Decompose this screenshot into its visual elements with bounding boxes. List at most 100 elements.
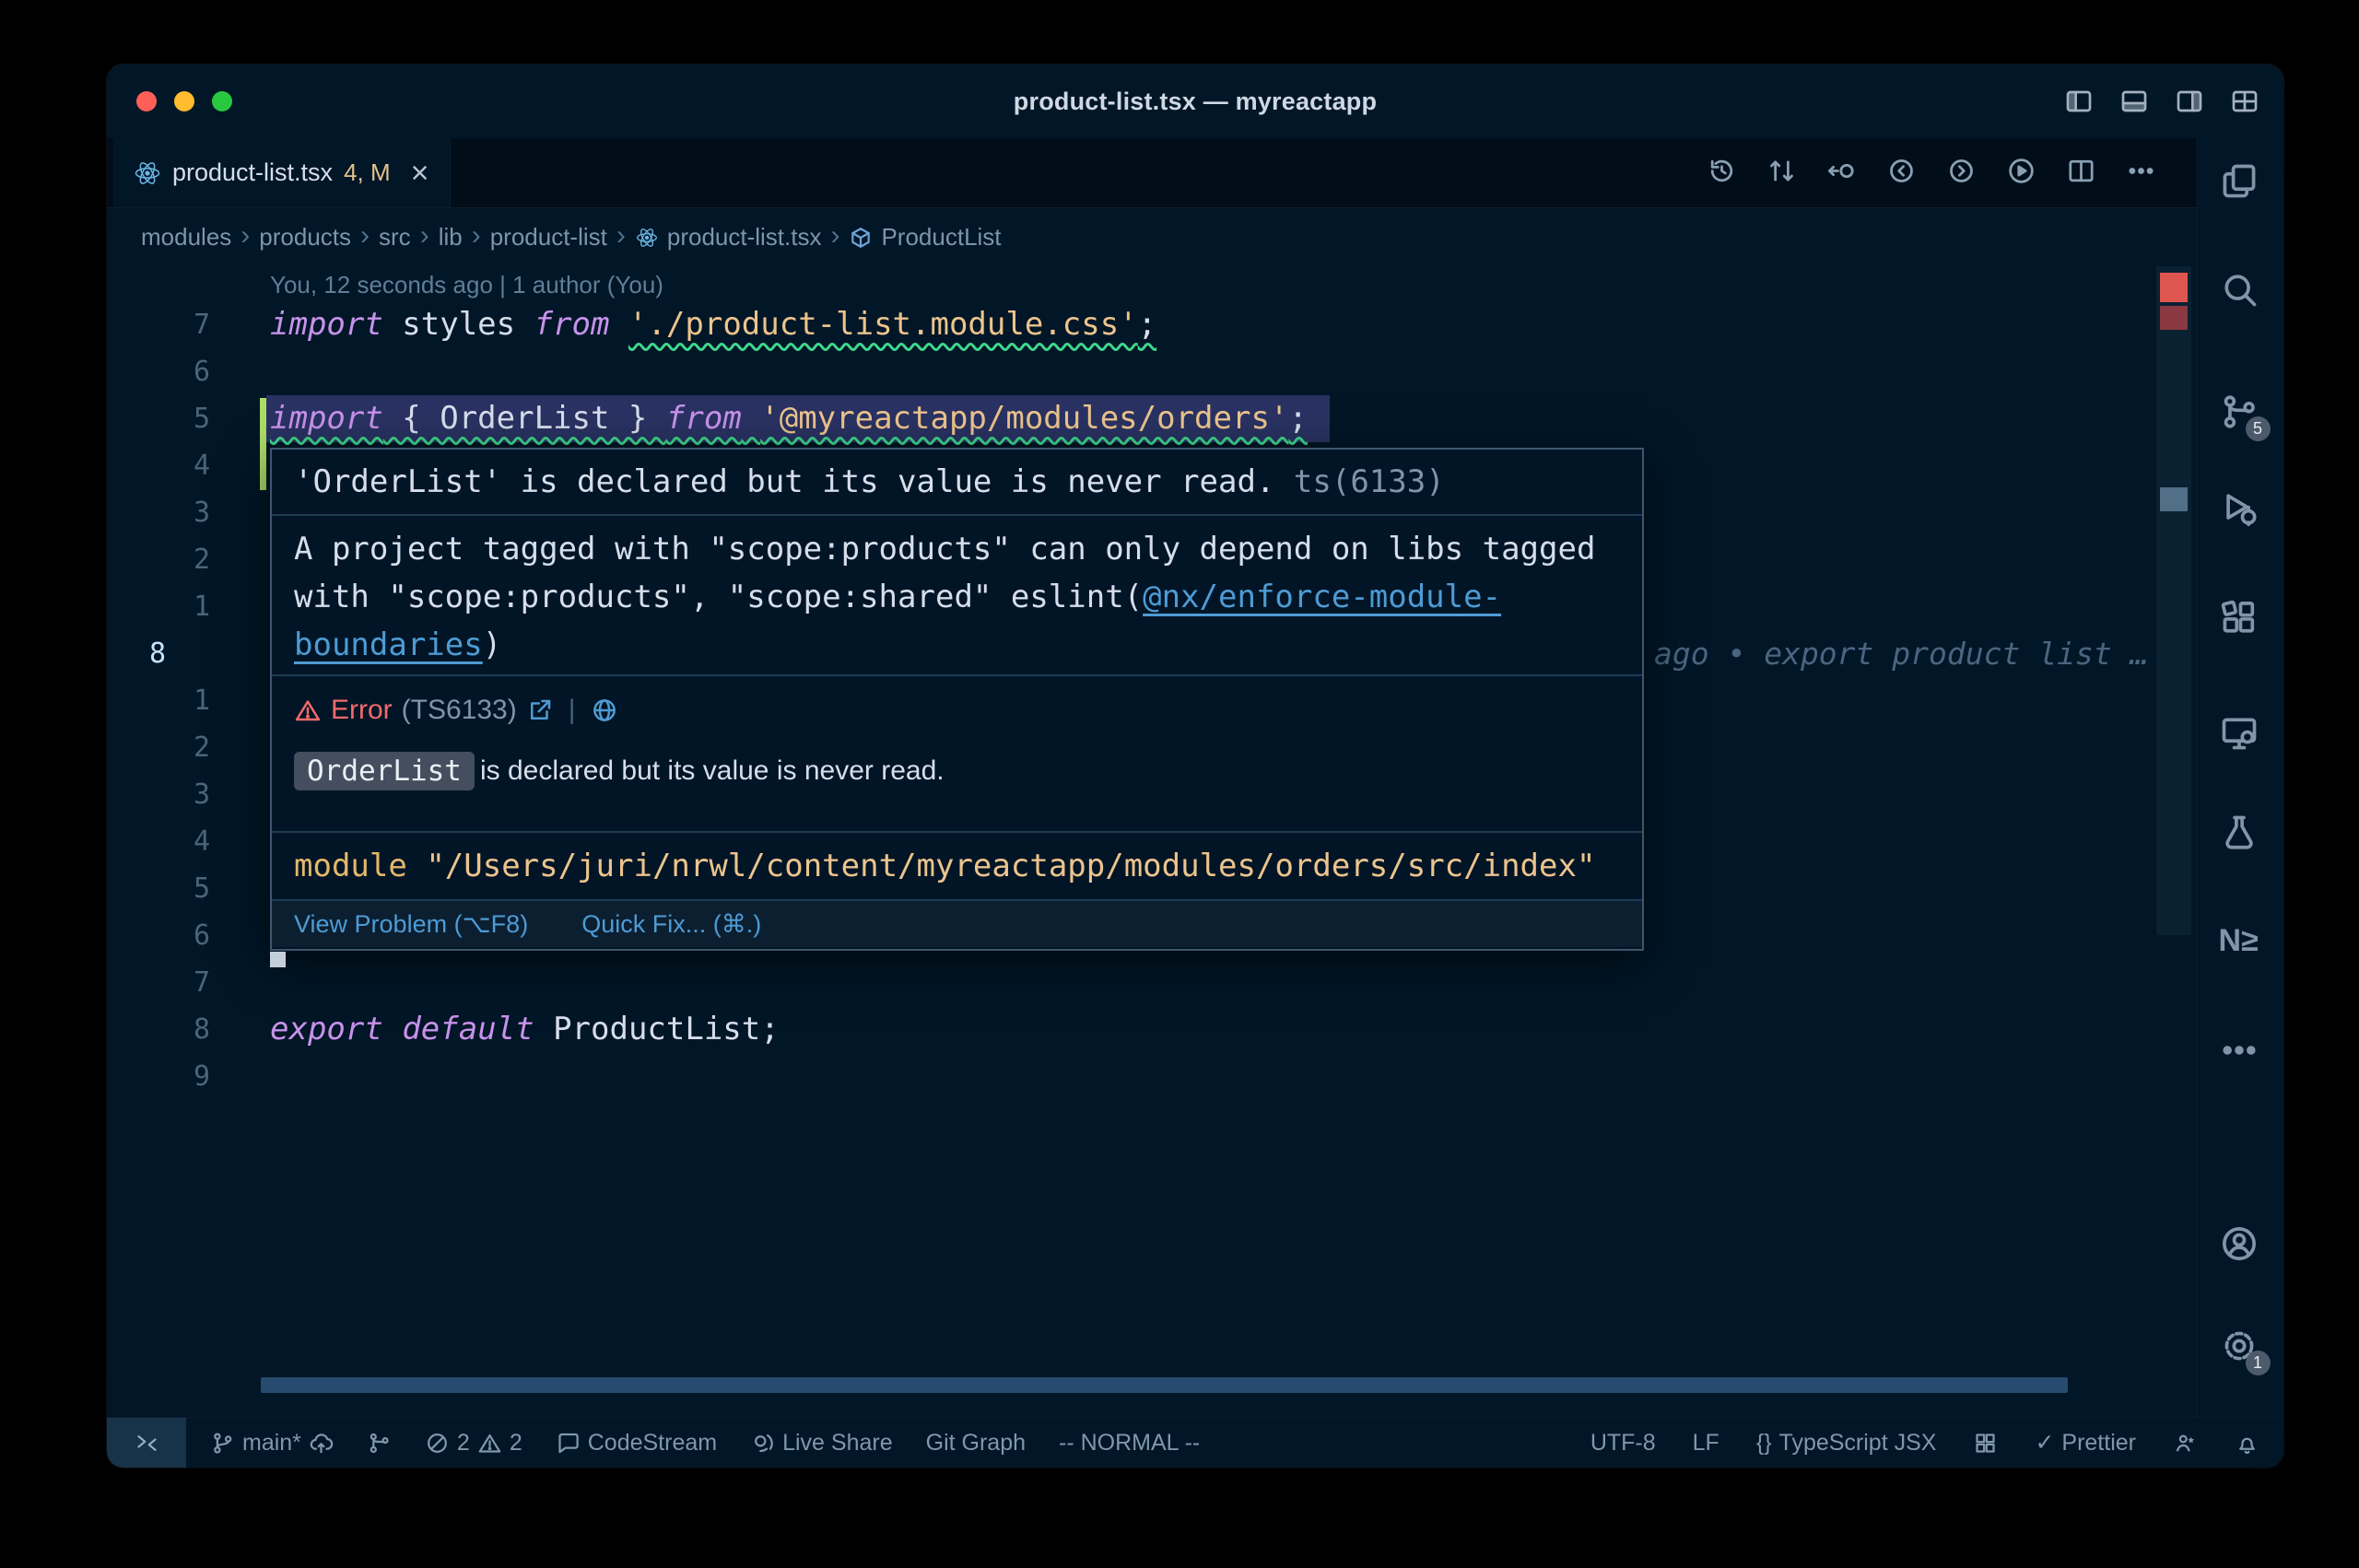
code-line-export-default[interactable]: export default ProductList; — [270, 1006, 780, 1053]
remote-indicator[interactable] — [107, 1418, 186, 1468]
more-actions-icon[interactable] — [2126, 156, 2156, 191]
tab-diff-badge: 4, M — [344, 158, 391, 187]
chevron-right-icon: › — [241, 220, 250, 252]
line-number[interactable]: 4 — [116, 442, 210, 489]
customize-layout-icon[interactable] — [2230, 87, 2259, 121]
source-control-icon[interactable]: 5 — [2219, 392, 2263, 436]
encoding-status[interactable]: UTF-8 — [1590, 1430, 1656, 1457]
open-changes-icon[interactable] — [1826, 156, 1857, 191]
line-number[interactable]: 3 — [116, 771, 210, 818]
chevron-right-icon: › — [420, 220, 429, 252]
search-icon[interactable] — [2219, 269, 2263, 313]
breadcrumb-src[interactable]: src — [379, 223, 411, 252]
explorer-icon[interactable] — [2219, 161, 2263, 205]
vscode-window: product-list.tsx — myreactapp product-li… — [107, 64, 2283, 1468]
error-label: Error — [331, 695, 393, 726]
line-number[interactable]: 8 — [116, 1006, 210, 1053]
language-status[interactable]: {}TypeScript JSX — [1756, 1430, 1937, 1457]
line-number[interactable]: 7 — [116, 301, 210, 348]
code-line-import-styles[interactable]: import styles from './product-list.modul… — [270, 301, 1156, 348]
open-external-icon[interactable] — [526, 696, 554, 724]
view-problem-link[interactable]: View Problem (⌥F8) — [294, 910, 528, 939]
branch-status[interactable]: main* — [210, 1430, 334, 1457]
vim-mode-status: -- NORMAL -- — [1059, 1430, 1200, 1457]
testing-icon[interactable] — [2219, 813, 2263, 857]
nx-console-icon[interactable]: N≥ — [2219, 923, 2263, 967]
line-number[interactable]: 6 — [116, 912, 210, 959]
layout-panel-icon[interactable] — [2119, 87, 2149, 121]
git-added-gutter-indicator — [260, 398, 266, 490]
line-number[interactable]: 3 — [116, 489, 210, 536]
error-explanation-section: Error(TS6133) | OrderList is declared bu… — [272, 674, 1642, 831]
horizontal-scrollbar[interactable] — [261, 1377, 2068, 1393]
breadcrumb-modules[interactable]: modules — [141, 223, 231, 252]
layout-sidebar-right-icon[interactable] — [2175, 87, 2204, 121]
remote-explorer-icon[interactable] — [2219, 713, 2263, 757]
git-graph-status[interactable]: Git Graph — [926, 1430, 1026, 1457]
notifications-bell-icon[interactable] — [2235, 1431, 2259, 1456]
traffic-lights — [136, 91, 232, 111]
compare-changes-icon[interactable] — [1766, 156, 1797, 191]
tab-close-icon[interactable]: × — [411, 158, 429, 189]
hover-resize-handle[interactable] — [270, 952, 286, 967]
line-number[interactable]: 7 — [116, 959, 210, 1006]
chevron-right-icon: › — [472, 220, 481, 252]
errors-icon — [425, 1431, 450, 1456]
run-debug-icon[interactable] — [2219, 488, 2263, 532]
git-graph-status-icon[interactable] — [367, 1431, 392, 1456]
code-line-import-orderlist[interactable]: import { OrderList } from '@myreactapp/m… — [270, 395, 1308, 442]
breadcrumb: modules › products › src › lib › product… — [107, 208, 2197, 266]
diagnostic-message-eslint: A project tagged with "scope:products" c… — [272, 514, 1642, 674]
tab-bar: product-list.tsx 4, M × — [107, 138, 2197, 208]
editor-actions — [1707, 138, 2197, 207]
previous-change-icon[interactable] — [1886, 156, 1917, 191]
codestream-status[interactable]: CodeStream — [556, 1430, 717, 1457]
breadcrumb-product-list[interactable]: product-list — [490, 223, 607, 252]
breadcrumb-lib[interactable]: lib — [439, 223, 463, 252]
layout-sidebar-left-icon[interactable] — [2064, 87, 2094, 121]
tab-product-list[interactable]: product-list.tsx 4, M × — [113, 138, 451, 207]
line-number[interactable]: 6 — [116, 348, 210, 395]
layout-grid-icon[interactable] — [1973, 1431, 1998, 1456]
zoom-window-button[interactable] — [212, 91, 232, 111]
run-file-icon[interactable] — [2006, 156, 2036, 191]
minimap-slider[interactable] — [2156, 266, 2191, 935]
close-window-button[interactable] — [136, 91, 157, 111]
line-number[interactable]: 4 — [116, 818, 210, 865]
problems-status[interactable]: 2 2 — [425, 1430, 522, 1457]
line-number[interactable]: 2 — [116, 724, 210, 771]
nx-rule-link[interactable]: boundaries — [294, 626, 483, 663]
live-share-status[interactable]: Live Share — [750, 1430, 893, 1457]
breadcrumb-symbol[interactable]: ProductList — [849, 223, 1001, 252]
line-number[interactable]: 1 — [116, 677, 210, 724]
account-icon[interactable] — [2219, 1223, 2263, 1268]
current-line-number[interactable]: 8 — [116, 630, 210, 677]
split-editor-icon[interactable] — [2066, 156, 2096, 191]
line-number[interactable]: 5 — [116, 865, 210, 912]
overview-ruler-error-mark — [2160, 273, 2188, 302]
line-number[interactable]: 2 — [116, 536, 210, 583]
window-title: product-list.tsx — myreactapp — [1014, 88, 1377, 116]
cloud-upload-icon — [309, 1431, 334, 1456]
minimize-window-button[interactable] — [174, 91, 194, 111]
extensions-icon[interactable] — [2219, 598, 2263, 642]
breadcrumb-products[interactable]: products — [259, 223, 351, 252]
line-number[interactable]: 1 — [116, 583, 210, 630]
line-number[interactable]: 9 — [116, 1053, 210, 1100]
nx-rule-link[interactable]: @nx/enforce-module- — [1143, 579, 1501, 615]
code-editor[interactable]: 7 6 5 4 3 2 1 8 1 2 3 4 5 6 7 8 9 You, 1… — [107, 266, 2197, 1417]
titlebar: product-list.tsx — myreactapp — [107, 64, 2283, 138]
timeline-history-icon[interactable] — [1707, 156, 1737, 191]
prettier-status[interactable]: ✓Prettier — [2035, 1429, 2136, 1457]
additional-views-icon[interactable] — [2219, 1030, 2263, 1074]
gitlens-blame-lens[interactable]: You, 12 seconds ago | 1 author (You) — [270, 268, 663, 301]
globe-icon[interactable] — [591, 696, 618, 724]
breadcrumb-file[interactable]: product-list.tsx — [635, 223, 822, 252]
line-number[interactable]: 5 — [116, 395, 210, 442]
react-file-icon — [635, 226, 659, 250]
quick-fix-link[interactable]: Quick Fix... (⌘.) — [581, 910, 761, 939]
feedback-icon[interactable] — [2173, 1431, 2198, 1456]
settings-gear-icon[interactable]: 1 — [2219, 1326, 2263, 1370]
next-change-icon[interactable] — [1946, 156, 1977, 191]
eol-status[interactable]: LF — [1693, 1430, 1719, 1457]
